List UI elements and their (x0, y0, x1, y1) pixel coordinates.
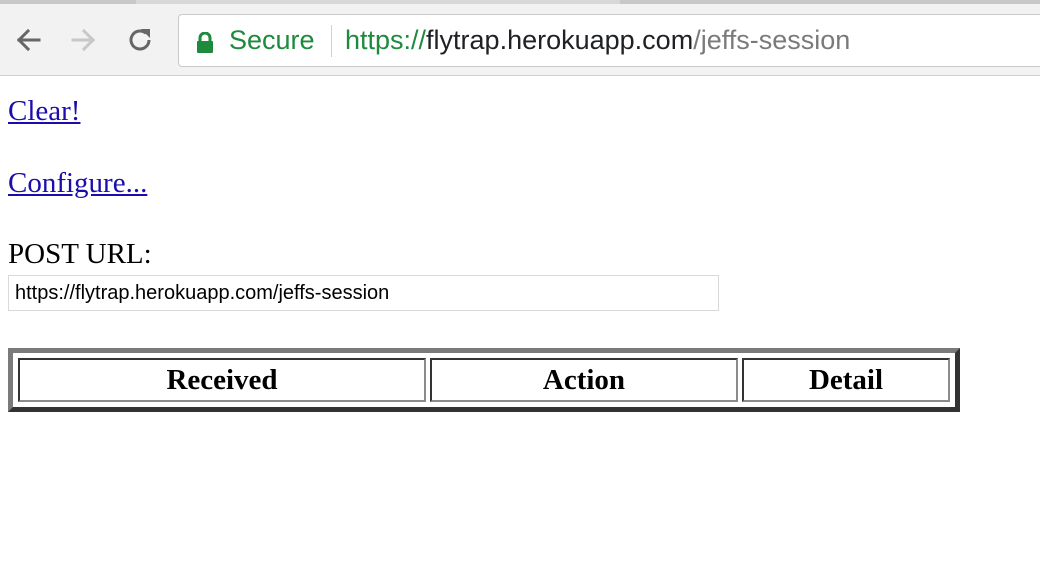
column-header-action: Action (430, 358, 738, 402)
back-button[interactable] (10, 22, 46, 58)
url-path: /jeffs-session (693, 25, 851, 55)
post-url-label: POST URL: (8, 238, 152, 270)
requests-table: Received Action Detail (8, 348, 960, 412)
secure-label: Secure (229, 25, 315, 55)
post-url-input[interactable] (8, 275, 719, 311)
back-arrow-icon (16, 28, 41, 52)
address-divider (331, 25, 332, 57)
reload-icon (129, 29, 151, 51)
browser-toolbar: Secure https://flytrap.herokuapp.com/jef… (0, 4, 1040, 76)
forward-button[interactable] (66, 22, 102, 58)
forward-arrow-icon (71, 28, 96, 52)
clear-link[interactable]: Clear! (8, 95, 80, 128)
reload-button[interactable] (122, 22, 158, 58)
address-bar[interactable]: Secure https://flytrap.herokuapp.com/jef… (178, 14, 1040, 67)
column-header-detail: Detail (742, 358, 950, 402)
configure-link[interactable]: Configure... (8, 167, 147, 200)
url-scheme: https:// (345, 25, 427, 55)
url-text: https://flytrap.herokuapp.com/jeffs-sess… (345, 25, 850, 56)
url-host: flytrap.herokuapp.com (426, 25, 694, 55)
column-header-received: Received (18, 358, 426, 402)
lock-icon (196, 30, 214, 61)
